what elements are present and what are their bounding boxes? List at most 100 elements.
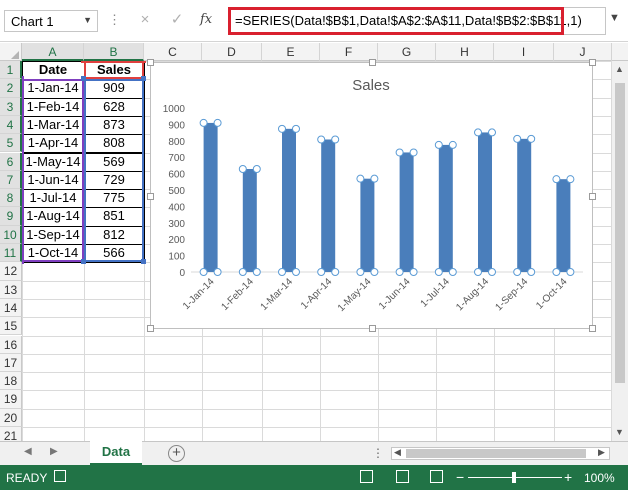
chart-resize-handle[interactable] — [147, 193, 154, 200]
row-header-10[interactable]: 10 — [0, 225, 22, 244]
bar-selection-handle[interactable] — [331, 135, 340, 144]
bar-selection-handle[interactable] — [213, 118, 222, 127]
row-header-18[interactable]: 18 — [0, 372, 22, 391]
column-header-b[interactable]: B — [84, 43, 144, 61]
cancel-icon[interactable]: × — [134, 9, 156, 31]
macro-record-icon[interactable] — [54, 470, 66, 482]
sales-bar[interactable] — [360, 178, 375, 272]
sales-bar[interactable] — [478, 132, 492, 272]
bar-selection-handle[interactable] — [552, 268, 561, 276]
row-header-4[interactable]: 4 — [0, 115, 22, 135]
bar-selection-handle[interactable] — [409, 148, 418, 157]
bar-selection-handle[interactable] — [292, 268, 300, 276]
range-handle[interactable] — [81, 76, 86, 82]
chart-resize-handle[interactable] — [147, 59, 154, 66]
scroll-left-icon[interactable]: ◀ — [394, 447, 401, 458]
bar-selection-handle[interactable] — [488, 268, 496, 276]
row-header-13[interactable]: 13 — [0, 280, 22, 299]
chart-resize-handle[interactable] — [369, 59, 376, 66]
bar-selection-handle[interactable] — [356, 174, 365, 183]
zoom-level[interactable]: 100% — [584, 471, 615, 485]
column-header-j[interactable]: J — [554, 43, 612, 61]
sales-bar[interactable] — [321, 139, 336, 272]
select-all-corner[interactable] — [0, 43, 22, 61]
bar-selection-handle[interactable] — [527, 134, 536, 143]
row-header-2[interactable]: 2 — [0, 79, 22, 98]
chart-resize-handle[interactable] — [147, 325, 154, 332]
bar-selection-handle[interactable] — [448, 268, 457, 276]
row-header-9[interactable]: 9 — [0, 207, 22, 226]
row-header-12[interactable]: 12 — [0, 262, 22, 281]
chart-resize-handle[interactable] — [589, 193, 596, 200]
tab-data[interactable]: Data — [90, 441, 142, 465]
normal-view-icon[interactable] — [360, 470, 373, 483]
range-handle[interactable] — [81, 259, 86, 265]
bar-selection-handle[interactable] — [213, 268, 222, 276]
sales-bar[interactable] — [399, 152, 414, 272]
chart-resize-handle[interactable] — [369, 325, 376, 332]
bar-selection-handle[interactable] — [409, 268, 418, 276]
sales-bar[interactable] — [438, 144, 453, 272]
column-header-g[interactable]: G — [378, 43, 436, 61]
add-sheet-icon[interactable]: + — [168, 445, 185, 462]
bar-selection-handle[interactable] — [566, 175, 575, 184]
tab-split-handle-icon[interactable]: ⋮ — [372, 446, 384, 460]
row-header-16[interactable]: 16 — [0, 335, 22, 354]
chart-resize-handle[interactable] — [589, 325, 596, 332]
row-header-19[interactable]: 19 — [0, 390, 22, 409]
bar-selection-handle[interactable] — [317, 135, 326, 144]
bar-selection-handle[interactable] — [238, 268, 247, 276]
bar-selection-handle[interactable] — [448, 140, 457, 149]
row-header-17[interactable]: 17 — [0, 353, 22, 373]
column-header-i[interactable]: I — [494, 43, 554, 61]
range-handle[interactable] — [81, 61, 86, 63]
insert-function-icon[interactable]: fx — [200, 9, 222, 31]
bar-selection-handle[interactable] — [566, 268, 575, 276]
range-handle[interactable] — [22, 76, 24, 82]
chart-resize-handle[interactable] — [589, 59, 596, 66]
sales-bar[interactable] — [556, 179, 571, 272]
page-layout-view-icon[interactable] — [396, 470, 409, 483]
bar-selection-handle[interactable] — [395, 148, 404, 157]
sales-bar[interactable] — [282, 128, 296, 272]
zoom-out-icon[interactable]: − — [456, 469, 464, 485]
name-box[interactable]: Chart 1 ▼ — [4, 10, 98, 32]
range-handle[interactable] — [141, 259, 146, 265]
row-header-7[interactable]: 7 — [0, 170, 22, 190]
row-header-5[interactable]: 5 — [0, 134, 22, 153]
range-handle[interactable] — [141, 61, 146, 63]
horizontal-scroll-thumb[interactable] — [406, 449, 586, 458]
bar-selection-handle[interactable] — [356, 268, 365, 276]
bar-selection-handle[interactable] — [331, 268, 340, 276]
bar-selection-handle[interactable] — [278, 268, 286, 276]
bar-selection-handle[interactable] — [474, 128, 482, 137]
scroll-right-icon[interactable]: ▶ — [598, 447, 605, 458]
row-header-1[interactable]: 1 — [0, 61, 22, 80]
zoom-in-icon[interactable]: + — [564, 469, 572, 485]
bar-selection-handle[interactable] — [434, 268, 443, 276]
bar-selection-handle[interactable] — [513, 134, 522, 143]
bar-selection-handle[interactable] — [199, 118, 208, 127]
page-break-preview-icon[interactable] — [430, 470, 443, 483]
range-handle[interactable] — [141, 76, 146, 82]
column-header-h[interactable]: H — [436, 43, 494, 61]
vertical-scrollbar[interactable]: ▲ ▼ — [611, 61, 628, 441]
sales-bar[interactable] — [203, 122, 218, 272]
column-header-d[interactable]: D — [202, 43, 262, 61]
bar-selection-handle[interactable] — [488, 128, 496, 137]
sales-bar[interactable] — [517, 138, 532, 272]
bar-selection-handle[interactable] — [317, 268, 326, 276]
row-header-14[interactable]: 14 — [0, 298, 22, 318]
column-header-a[interactable]: A — [22, 43, 84, 61]
bar-selection-handle[interactable] — [252, 268, 261, 276]
bar-selection-handle[interactable] — [278, 124, 286, 133]
bar-selection-handle[interactable] — [513, 268, 522, 276]
bar-selection-handle[interactable] — [370, 268, 379, 276]
next-sheet-icon[interactable]: ▶ — [50, 446, 58, 457]
bar-selection-handle[interactable] — [199, 268, 208, 276]
bar-selection-handle[interactable] — [395, 268, 404, 276]
bar-selection-handle[interactable] — [434, 140, 443, 149]
enter-icon[interactable]: ✓ — [166, 9, 188, 31]
scroll-up-icon[interactable]: ▲ — [615, 64, 624, 74]
range-handle[interactable] — [22, 259, 24, 265]
